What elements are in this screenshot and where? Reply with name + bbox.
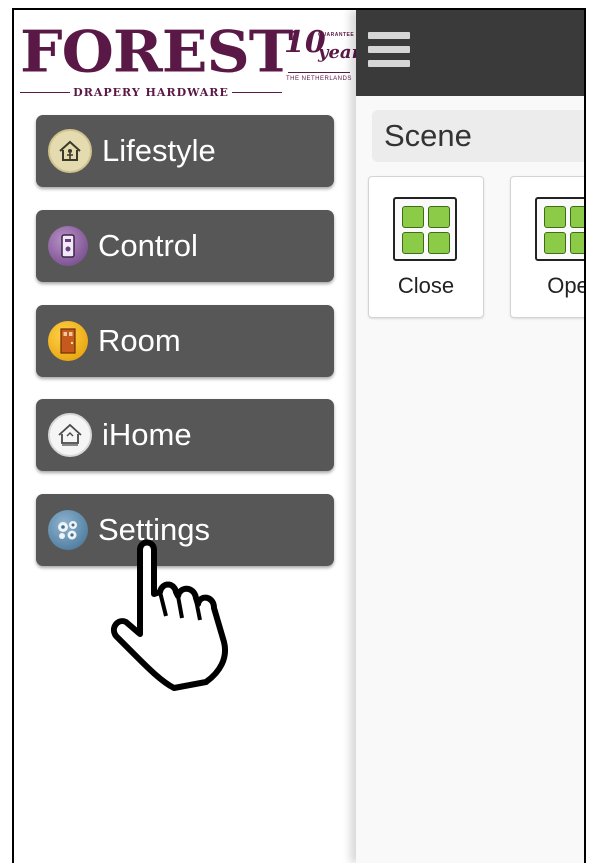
forest-logo: FOREST DRAPERY HARDWARE 10 GUARANTEE yea… bbox=[20, 19, 361, 102]
door-icon bbox=[48, 321, 88, 361]
menu-item-label: Lifestyle bbox=[102, 133, 216, 168]
top-bar bbox=[356, 10, 584, 96]
scene-tile-label: Ope bbox=[547, 273, 586, 298]
menu-item-label: Settings bbox=[98, 512, 211, 547]
ihome-icon bbox=[48, 413, 92, 457]
scene-grid-icon bbox=[535, 197, 584, 261]
hamburger-menu-icon[interactable] bbox=[368, 32, 414, 74]
gears-icon bbox=[48, 510, 88, 550]
badge-country: THE NETHERLANDS bbox=[286, 76, 352, 82]
menu-item-lifestyle[interactable]: Lifestyle bbox=[36, 115, 334, 187]
logo-divider bbox=[232, 92, 282, 93]
badge-divider bbox=[288, 72, 350, 73]
main-panel: Scene Close Ope bbox=[356, 10, 586, 863]
scene-tile-label: Close bbox=[397, 273, 455, 298]
scene-grid-icon bbox=[393, 197, 457, 261]
menu-item-ihome[interactable]: iHome bbox=[36, 399, 334, 471]
scene-section-header: Scene bbox=[372, 110, 584, 162]
house-icon bbox=[48, 129, 92, 173]
scene-tile-close[interactable]: Close bbox=[368, 176, 484, 318]
remote-icon bbox=[48, 226, 88, 266]
menu-item-label: Room bbox=[98, 323, 181, 358]
badge-guarantee: GUARANTEE bbox=[318, 32, 355, 38]
side-menu: FOREST DRAPERY HARDWARE 10 GUARANTEE yea… bbox=[14, 10, 361, 863]
scene-tile-open[interactable]: Ope bbox=[510, 176, 586, 318]
menu-item-label: iHome bbox=[102, 417, 192, 452]
app-frame: FOREST DRAPERY HARDWARE 10 GUARANTEE yea… bbox=[12, 8, 586, 863]
logo-wordmark: FOREST bbox=[20, 19, 293, 86]
menu-item-label: Control bbox=[98, 228, 198, 263]
menu-item-room[interactable]: Room bbox=[36, 305, 334, 377]
badge-year: year bbox=[318, 42, 362, 63]
menu-item-control[interactable]: Control bbox=[36, 210, 334, 282]
menu-item-settings[interactable]: Settings bbox=[36, 494, 334, 566]
guarantee-badge: 10 GUARANTEE year THE NETHERLANDS bbox=[284, 28, 361, 92]
